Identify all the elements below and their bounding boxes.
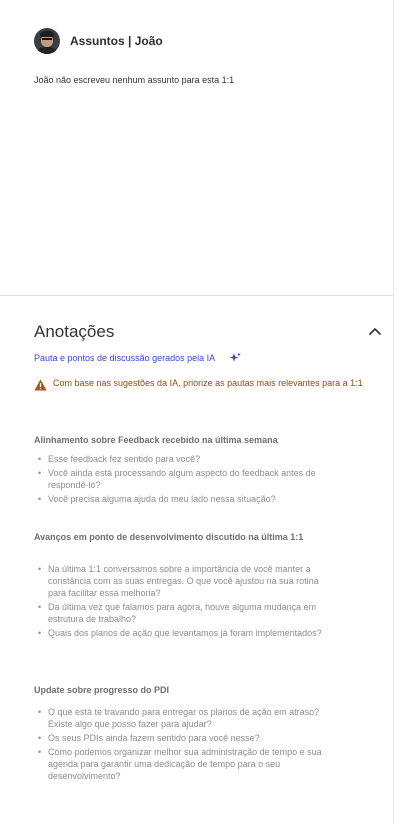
empty-topics-message: João não escreveu nenhum assunto para es… — [34, 75, 235, 85]
list-item: Da última vez que falamos para agora, ho… — [38, 601, 334, 625]
section-items: O que está te travando para entregar os … — [38, 706, 334, 784]
warning-icon — [34, 379, 47, 391]
section-title: Update sobre progresso do PDI — [34, 685, 170, 695]
warning-text: Com base nas sugestões da IA, priorize a… — [53, 378, 363, 388]
topics-section: Assuntos | João João não escreveu nenhum… — [0, 0, 393, 296]
chevron-up-icon[interactable] — [368, 324, 382, 338]
section-title: Avanços em ponto de desenvolvimento disc… — [34, 532, 304, 542]
list-item: Quais dos planos de ação que levantamos … — [38, 627, 334, 639]
list-item: O que está te travando para entregar os … — [38, 706, 334, 730]
sparkle-icon — [229, 352, 242, 362]
topics-header: Assuntos | João — [34, 28, 163, 54]
list-item: Como podemos organizar melhor sua admini… — [38, 746, 334, 782]
one-on-one-panel: Assuntos | João João não escreveu nenhum… — [0, 0, 394, 824]
ai-warning: Com base nas sugestões da IA, priorize a… — [34, 377, 374, 391]
list-item: Os seus PDIs ainda fazem sentido para vo… — [38, 732, 334, 744]
section-title: Alinhamento sobre Feedback recebido na ú… — [34, 435, 278, 445]
section-items: Na última 1:1 conversamos sobre a import… — [38, 563, 334, 641]
list-item: Você precisa alguma ajuda do meu lado ne… — [38, 493, 334, 505]
list-item: Esse feedback fez sentido para você? — [38, 453, 334, 465]
notes-title: Anotações — [34, 322, 115, 341]
section-items: Esse feedback fez sentido para você? Voc… — [38, 453, 334, 507]
topics-title: Assuntos | João — [70, 34, 163, 48]
ai-generated-agenda-link[interactable]: Pauta e pontos de discussão gerados pela… — [34, 352, 242, 364]
list-item: Você ainda está processando algum aspect… — [38, 467, 334, 491]
avatar — [34, 28, 60, 54]
list-item: Na última 1:1 conversamos sobre a import… — [38, 563, 334, 599]
ai-generated-agenda-label: Pauta e pontos de discussão gerados pela… — [34, 353, 216, 363]
